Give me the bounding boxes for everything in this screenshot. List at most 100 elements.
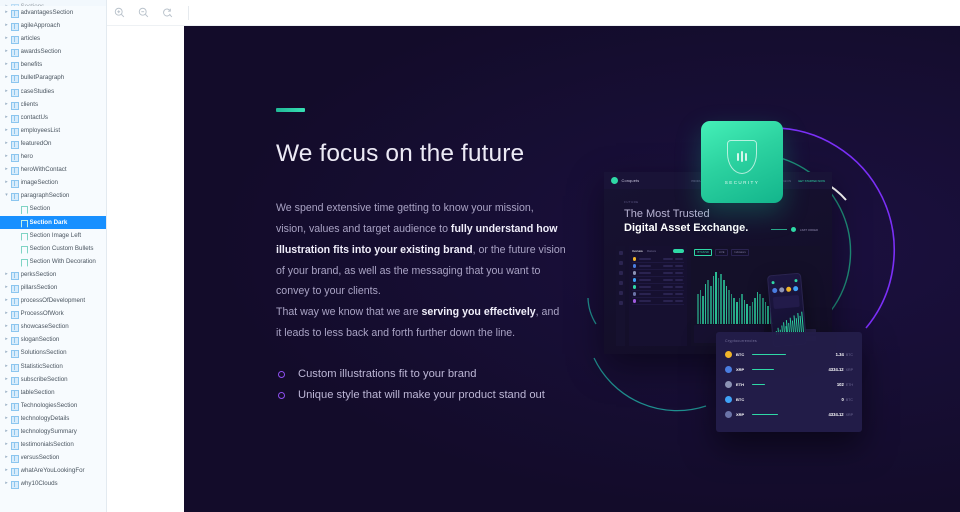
- tree-item-label: ProcessOfWork: [20, 310, 64, 318]
- preview-pane: We focus on the future We spend extensiv…: [107, 0, 960, 512]
- grid-icon: [10, 413, 19, 424]
- chevron-right-icon[interactable]: ▸: [3, 465, 10, 476]
- security-badge: SECURITY: [701, 121, 783, 203]
- tree-item-clients[interactable]: ▸ clients: [0, 98, 106, 111]
- tree-item-herowithcontact[interactable]: ▸ heroWithContact: [0, 163, 106, 176]
- chevron-right-icon[interactable]: ▸: [3, 7, 10, 18]
- tree-item-label: perksSection: [20, 270, 57, 278]
- tree-item-technologysummary[interactable]: ▸ technologySummary: [0, 425, 106, 438]
- chevron-right-icon[interactable]: ▸: [3, 177, 10, 188]
- tree-item-advantagessection[interactable]: ▸ advantagesSection: [0, 6, 106, 19]
- chevron-right-icon[interactable]: ▸: [3, 59, 10, 70]
- tree-item-benefits[interactable]: ▸ benefits: [0, 58, 106, 71]
- candle: [743, 300, 746, 324]
- tree-item-bulletparagraph[interactable]: ▸ bulletParagraph: [0, 71, 106, 84]
- brand-name: Conquets: [621, 178, 640, 183]
- chevron-right-icon[interactable]: ▸: [3, 478, 10, 489]
- tree-item-imagesection[interactable]: ▸ imageSection: [0, 176, 106, 189]
- chevron-right-icon[interactable]: ▸: [3, 33, 10, 44]
- tree-item-solutionssection[interactable]: ▸ SolutionsSection: [0, 346, 106, 359]
- tree-item-section-custom-bullets[interactable]: ▸Section Custom Bullets: [0, 242, 106, 255]
- crypto-list-card: Cryptocurrencies BTC 1.34 BTC XRP 4334.12 XRP…: [716, 332, 862, 432]
- candle: [746, 304, 748, 324]
- chevron-right-icon[interactable]: ▸: [3, 452, 10, 463]
- chevron-right-icon[interactable]: ▸: [3, 295, 10, 306]
- tree-item-employeeslist[interactable]: ▸ employeesList: [0, 124, 106, 137]
- tree-item-technologydetails[interactable]: ▸ technologyDetails: [0, 412, 106, 425]
- tree-item-pillarssection[interactable]: ▸ pillarsSection: [0, 281, 106, 294]
- bookmark-icon: [19, 230, 28, 241]
- chevron-right-icon[interactable]: ▸: [3, 72, 10, 83]
- tree-item-paragraphsection[interactable]: ▾ paragraphSection: [0, 189, 106, 202]
- chevron-right-icon[interactable]: ▸: [3, 374, 10, 385]
- tree-item-subscribesection[interactable]: ▸ subscribeSection: [0, 373, 106, 386]
- tree-item-label: versusSection: [20, 454, 60, 462]
- zoom-reset-icon[interactable]: [160, 5, 175, 20]
- tree-item-hero[interactable]: ▸ hero: [0, 150, 106, 163]
- tree-item-awardssection[interactable]: ▸ awardsSection: [0, 45, 106, 58]
- chevron-right-icon[interactable]: ▸: [3, 99, 10, 110]
- tree-item-label: TechnologiesSection: [20, 401, 78, 409]
- tree-item-versussection[interactable]: ▸ versusSection: [0, 451, 106, 464]
- candle: [723, 280, 725, 324]
- chevron-right-icon[interactable]: ▸: [3, 151, 10, 162]
- candle: [697, 294, 699, 324]
- chevron-right-icon[interactable]: ▸: [3, 361, 10, 372]
- chevron-right-icon[interactable]: ▸: [3, 112, 10, 123]
- tree-item-label: tableSection: [20, 388, 55, 396]
- chevron-right-icon[interactable]: ▸: [3, 282, 10, 293]
- chevron-right-icon[interactable]: ▸: [3, 1, 10, 6]
- chart-tab-pair: BTC/USD: [694, 249, 713, 256]
- chevron-right-icon[interactable]: ▸: [3, 426, 10, 437]
- tree-item-articles[interactable]: ▸ articles: [0, 32, 106, 45]
- tree-item-statisticsection[interactable]: ▸ StatisticSection: [0, 360, 106, 373]
- tree-item-slogansection[interactable]: ▸ sloganSection: [0, 333, 106, 346]
- tree-item-why10clouds[interactable]: ▸ why10Clouds: [0, 477, 106, 490]
- tree-item-contactus[interactable]: ▸ contactUs: [0, 111, 106, 124]
- market-bar: [638, 286, 651, 288]
- chevron-right-icon[interactable]: ▸: [3, 46, 10, 57]
- tree-item-tablesection[interactable]: ▸ tableSection: [0, 386, 106, 399]
- tree-item-processofwork[interactable]: ▸ ProcessOfWork: [0, 307, 106, 320]
- crypto-symbol: XRP: [736, 367, 745, 372]
- chevron-right-icon[interactable]: ▸: [3, 308, 10, 319]
- chevron-down-icon[interactable]: ▾: [3, 190, 10, 201]
- crypto-bar: [752, 413, 778, 416]
- tree-item-testimonialssection[interactable]: ▸ testimonialsSection: [0, 438, 106, 451]
- coin-icon: [633, 271, 637, 275]
- chevron-right-icon[interactable]: ▸: [3, 269, 10, 280]
- chevron-right-icon[interactable]: ▸: [3, 164, 10, 175]
- chevron-right-icon[interactable]: ▸: [3, 125, 10, 136]
- chevron-right-icon[interactable]: ▸: [3, 86, 10, 97]
- tree-item-partial[interactable]: ▸ Sections: [0, 0, 106, 6]
- chevron-right-icon[interactable]: ▸: [3, 400, 10, 411]
- tree-item-label: Section Custom Bullets: [29, 244, 94, 252]
- chevron-right-icon[interactable]: ▸: [3, 387, 10, 398]
- tree-item-processofdevelopment[interactable]: ▸ processOfDevelopment: [0, 294, 106, 307]
- crypto-unit: XRP: [845, 367, 853, 372]
- tree-item-perkssection[interactable]: ▸ perksSection: [0, 268, 106, 281]
- zoom-in-icon[interactable]: [112, 5, 127, 20]
- component-tree[interactable]: ▸ Sections ▸ advantagesSection ▸ agileApproac…: [0, 0, 106, 490]
- chevron-right-icon[interactable]: ▸: [3, 347, 10, 358]
- paragraph-2-text-a: That way we know that we are: [276, 306, 422, 319]
- chevron-right-icon[interactable]: ▸: [3, 20, 10, 31]
- chevron-right-icon[interactable]: ▸: [3, 413, 10, 424]
- tree-item-section-with-decoration[interactable]: ▸Section With Decoration: [0, 255, 106, 268]
- zoom-out-icon[interactable]: [136, 5, 151, 20]
- chevron-right-icon[interactable]: ▸: [3, 138, 10, 149]
- tree-item-section[interactable]: ▸Section: [0, 202, 106, 215]
- tree-item-featuredon[interactable]: ▸ featuredOn: [0, 137, 106, 150]
- tree-item-casestudies[interactable]: ▸ caseStudies: [0, 85, 106, 98]
- tree-item-agileapproach[interactable]: ▸ agileApproach: [0, 19, 106, 32]
- tree-item-section-image-left[interactable]: ▸Section Image Left: [0, 229, 106, 242]
- component-tree-sidebar[interactable]: ▸ Sections ▸ advantagesSection ▸ agileApproac…: [0, 0, 107, 512]
- tree-item-technologiessection[interactable]: ▸ TechnologiesSection: [0, 399, 106, 412]
- chevron-right-icon[interactable]: ▸: [3, 334, 10, 345]
- toolbar-divider: [188, 5, 189, 20]
- tree-item-section-dark[interactable]: ▸Section Dark: [0, 215, 106, 229]
- chevron-right-icon[interactable]: ▸: [3, 321, 10, 332]
- tree-item-whatareyoulookingfor[interactable]: ▸ whatAreYouLookingFor: [0, 464, 106, 477]
- tree-item-showcasesection[interactable]: ▸ showcaseSection: [0, 320, 106, 333]
- chevron-right-icon[interactable]: ▸: [3, 439, 10, 450]
